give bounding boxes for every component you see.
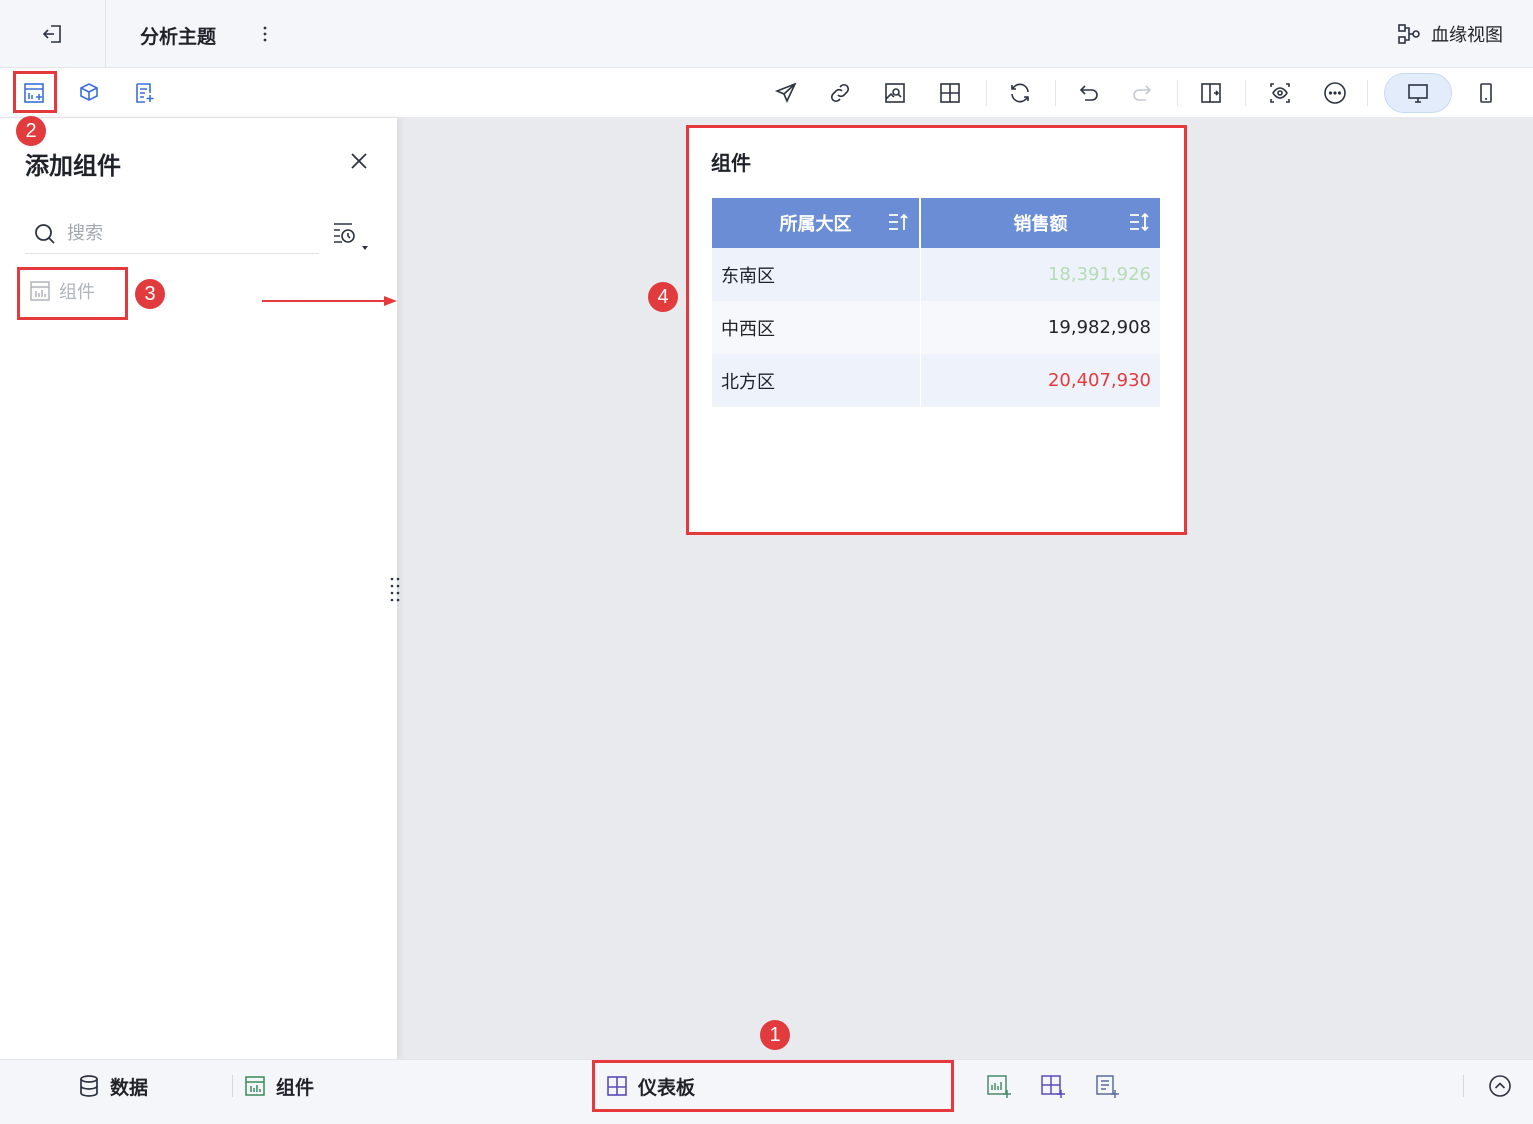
region-cell: 东南区 <box>712 248 920 301</box>
toolbar <box>0 68 1533 118</box>
column-header-label: 所属大区 <box>779 214 852 235</box>
bottom-tab-bar: 数据 组件 仪表板 <box>0 1059 1533 1124</box>
layout-button[interactable] <box>935 78 965 108</box>
sort-ascending-icon[interactable] <box>887 212 909 232</box>
desktop-view-button[interactable] <box>1403 78 1433 108</box>
preview-button[interactable] <box>1265 78 1295 108</box>
link-icon <box>830 83 850 103</box>
dashboard-add-icon <box>1041 1075 1065 1098</box>
monitor-icon <box>1408 84 1428 103</box>
sort-icon[interactable] <box>1128 212 1150 232</box>
add-component-icon <box>24 83 44 103</box>
table-row: 东南区 18,391,926 <box>712 248 1160 301</box>
panel-title: 添加组件 <box>25 152 121 180</box>
grid-layout-icon <box>940 83 960 103</box>
lineage-view-button[interactable]: 血缘视图 <box>1397 21 1503 47</box>
panel-toggle-button[interactable] <box>1196 78 1226 108</box>
link-button[interactable] <box>825 78 855 108</box>
send-icon <box>774 82 797 103</box>
annotation-badge-3: 3 <box>135 279 165 309</box>
cube-add-icon <box>80 83 98 101</box>
table-chart-icon <box>245 1076 265 1096</box>
add-dashboard-button[interactable] <box>1038 1072 1068 1100</box>
text-add-icon <box>136 83 154 103</box>
table-chart-icon <box>30 281 50 301</box>
history-filter-icon <box>334 223 368 250</box>
sales-cell: 18,391,926 <box>919 248 1160 301</box>
undo-button[interactable] <box>1074 78 1104 108</box>
data-table: 所属大区 销售额 东南区 18,391,926 中西区 19,982,908 北… <box>712 198 1160 407</box>
image-filter-button[interactable] <box>880 78 910 108</box>
component-item-label: 组件 <box>59 282 95 303</box>
collapse-button[interactable] <box>1485 1072 1515 1100</box>
lineage-label: 血缘视图 <box>1431 25 1503 46</box>
tab-component[interactable]: 组件 <box>244 1072 314 1100</box>
column-header-sales[interactable]: 销售额 <box>919 198 1160 248</box>
tab-dashboard[interactable]: 仪表板 <box>606 1072 695 1100</box>
add-chart-button[interactable] <box>984 1072 1014 1100</box>
top-header: 分析主题 血缘视图 <box>0 0 1533 68</box>
exit-button[interactable] <box>0 0 106 67</box>
tab-component-label: 组件 <box>276 1076 315 1099</box>
annotation-badge-4: 4 <box>648 282 678 312</box>
resize-handle-icon[interactable] <box>388 576 402 602</box>
table-row: 北方区 20,407,930 <box>712 354 1160 407</box>
close-panel-button[interactable] <box>344 146 374 176</box>
history-filter-button[interactable] <box>330 218 374 254</box>
close-icon <box>351 153 367 169</box>
widget-title: 组件 <box>711 151 751 175</box>
search-input[interactable] <box>67 223 297 244</box>
database-icon <box>80 1075 98 1097</box>
annotation-badge-2: 2 <box>16 116 46 146</box>
more-vertical-button[interactable] <box>256 22 274 46</box>
more-vertical-icon <box>263 26 267 42</box>
refresh-icon <box>1011 83 1029 103</box>
mobile-view-button[interactable] <box>1471 78 1501 108</box>
dashboard-icon <box>607 1076 627 1096</box>
add-component-button[interactable] <box>19 78 49 108</box>
redo-button[interactable] <box>1127 78 1157 108</box>
more-options-button[interactable] <box>1320 78 1350 108</box>
chart-add-icon <box>987 1075 1011 1098</box>
search-icon <box>35 223 55 244</box>
refresh-button[interactable] <box>1005 78 1035 108</box>
mobile-icon <box>1480 83 1492 103</box>
add-report-button[interactable] <box>1092 1072 1122 1100</box>
exit-icon <box>42 24 61 43</box>
component-list-item[interactable]: 组件 <box>29 278 95 304</box>
drag-arrow-icon <box>262 296 397 306</box>
send-button[interactable] <box>771 78 801 108</box>
page-title: 分析主题 <box>140 26 217 48</box>
chevron-up-icon <box>1489 1075 1511 1097</box>
undo-icon <box>1079 85 1098 101</box>
table-row: 中西区 19,982,908 <box>712 301 1160 354</box>
add-model-button[interactable] <box>74 78 104 108</box>
more-horizontal-icon <box>1324 82 1346 104</box>
tab-data[interactable]: 数据 <box>78 1072 148 1100</box>
lineage-icon <box>1398 24 1420 44</box>
redo-icon <box>1133 85 1152 101</box>
tab-dashboard-label: 仪表板 <box>638 1076 696 1099</box>
split-panel-icon <box>1201 83 1221 103</box>
annotation-badge-1: 1 <box>760 1020 790 1050</box>
search-box <box>25 214 319 254</box>
table-widget[interactable]: 组件 所属大区 销售额 东南区 18,391,926 中西区 19,982,90… <box>689 127 1185 533</box>
region-cell: 中西区 <box>712 301 920 354</box>
tab-data-label: 数据 <box>110 1076 149 1099</box>
column-header-region[interactable]: 所属大区 <box>712 198 920 248</box>
sales-cell: 19,982,908 <box>919 301 1160 354</box>
report-add-icon <box>1096 1075 1119 1098</box>
add-text-button[interactable] <box>129 78 159 108</box>
region-cell: 北方区 <box>712 354 920 407</box>
eye-icon <box>1270 83 1290 103</box>
image-search-icon <box>885 83 905 103</box>
sales-cell: 20,407,930 <box>919 354 1160 407</box>
column-header-label: 销售额 <box>1013 214 1068 235</box>
add-component-panel: 添加组件 组件 <box>0 118 400 1059</box>
